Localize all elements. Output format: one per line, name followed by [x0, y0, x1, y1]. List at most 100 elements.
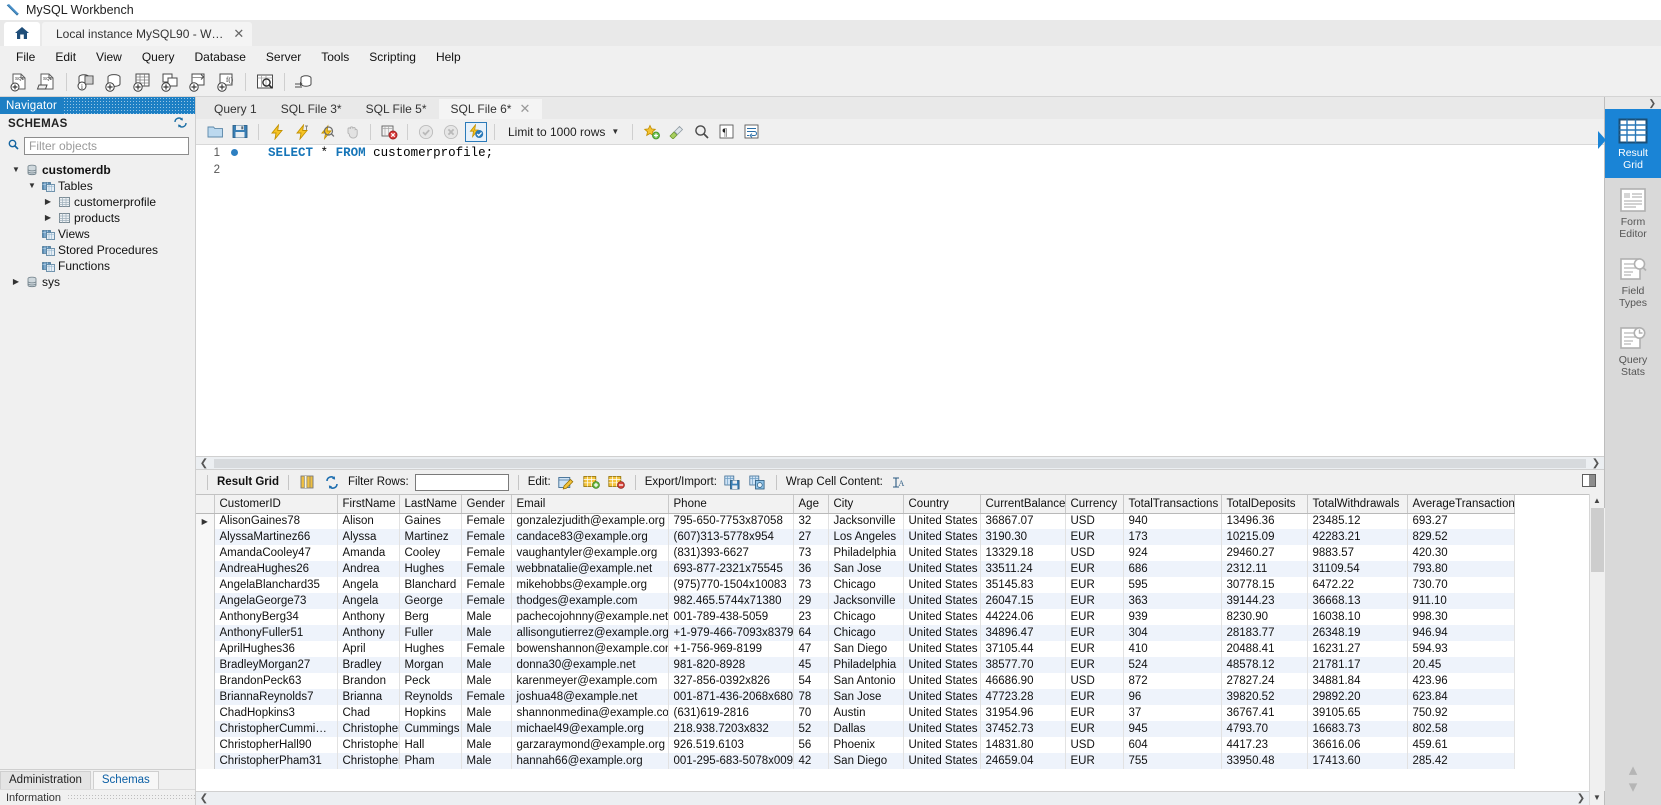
- table-cell[interactable]: USD: [1065, 513, 1124, 529]
- table-row[interactable]: AprilHughes36 April Hughes Female bowenshann…: [196, 641, 1515, 657]
- column-header-currentbalance[interactable]: CurrentBalance: [980, 495, 1066, 514]
- table-cell[interactable]: 595: [1123, 577, 1222, 593]
- table-cell[interactable]: 24659.04: [980, 753, 1066, 769]
- save-file-icon[interactable]: [229, 122, 251, 142]
- table-cell[interactable]: United States: [903, 721, 981, 737]
- table-cell[interactable]: San Antonio: [828, 673, 904, 689]
- chevron-right-icon[interactable]: ❯: [1573, 793, 1589, 804]
- table-cell[interactable]: 44224.06: [980, 609, 1066, 625]
- table-cell[interactable]: April: [337, 641, 400, 657]
- delete-row-icon[interactable]: [607, 473, 626, 491]
- search-data-icon[interactable]: [252, 70, 278, 94]
- table-cell[interactable]: Male: [461, 737, 512, 753]
- table-cell[interactable]: EUR: [1065, 753, 1124, 769]
- table-cell[interactable]: 37: [1123, 705, 1222, 721]
- table-cell[interactable]: AngelaBlanchard35: [214, 577, 338, 593]
- table-cell[interactable]: San Jose: [828, 561, 904, 577]
- table-cell[interactable]: Cummings: [399, 721, 462, 737]
- tree-item-functions[interactable]: ▶ Functions: [0, 258, 195, 274]
- table-cell[interactable]: Hall: [399, 737, 462, 753]
- table-cell[interactable]: Jacksonville: [828, 593, 904, 609]
- expander-right-icon[interactable]: ▶: [42, 210, 54, 226]
- table-cell[interactable]: 34881.84: [1307, 673, 1408, 689]
- tab-administration[interactable]: Administration: [0, 771, 91, 789]
- table-cell[interactable]: 327-856-0392x826: [668, 673, 794, 689]
- execute-current-statement-icon[interactable]: [291, 122, 313, 142]
- row-marker-cell[interactable]: [196, 545, 215, 561]
- table-cell[interactable]: 001-871-436-2068x6805: [668, 689, 794, 705]
- row-marker-cell[interactable]: [196, 689, 215, 705]
- new-sql-tab-icon[interactable]: SQL: [6, 70, 32, 94]
- table-cell[interactable]: Chicago: [828, 625, 904, 641]
- table-cell[interactable]: Blanchard: [399, 577, 462, 593]
- table-cell[interactable]: EUR: [1065, 705, 1124, 721]
- table-cell[interactable]: Anthony: [337, 609, 400, 625]
- table-cell[interactable]: webbnatalie@example.net: [511, 561, 669, 577]
- table-cell[interactable]: USD: [1065, 673, 1124, 689]
- rail-item-form-editor[interactable]: Form Editor: [1605, 178, 1661, 247]
- table-cell[interactable]: 926.519.6103: [668, 737, 794, 753]
- tree-item-products[interactable]: ▶ products: [0, 210, 195, 226]
- toggle-invisible-chars-icon[interactable]: ¶: [715, 122, 737, 142]
- table-cell[interactable]: 26047.15: [980, 593, 1066, 609]
- find-icon[interactable]: [690, 122, 712, 142]
- row-marker-cell[interactable]: [196, 609, 215, 625]
- grid-vertical-scrollbar[interactable]: ▲ ▼: [1589, 494, 1605, 805]
- table-cell[interactable]: (607)313-5778x954: [668, 529, 794, 545]
- table-cell[interactable]: 29: [793, 593, 829, 609]
- table-row[interactable]: AnthonyBerg34 Anthony Berg Male pachecojohnn…: [196, 609, 1515, 625]
- limit-rows-dropdown[interactable]: Limit to 1000 rows ▼: [502, 122, 625, 141]
- table-cell[interactable]: Female: [461, 689, 512, 705]
- new-schema-icon[interactable]: [101, 70, 127, 94]
- row-marker-cell[interactable]: [196, 705, 215, 721]
- table-cell[interactable]: United States: [903, 753, 981, 769]
- table-row[interactable]: AlyssaMartinez66 Alyssa Martinez Female cand…: [196, 529, 1515, 545]
- beautify-query-icon[interactable]: [665, 122, 687, 142]
- table-cell[interactable]: Christopher: [337, 721, 400, 737]
- edit-cell-icon[interactable]: [557, 473, 576, 491]
- table-cell[interactable]: 304: [1123, 625, 1222, 641]
- grid-horizontal-scrollbar[interactable]: ❮ ❯: [196, 791, 1589, 805]
- row-marker-cell[interactable]: [196, 641, 215, 657]
- table-cell[interactable]: 73: [793, 545, 829, 561]
- rail-item-result-grid[interactable]: Result Grid: [1598, 109, 1661, 178]
- table-cell[interactable]: 52: [793, 721, 829, 737]
- column-header-totalwithdrawals[interactable]: TotalWithdrawals: [1307, 495, 1408, 514]
- table-cell[interactable]: Female: [461, 577, 512, 593]
- close-icon[interactable]: ✕: [233, 26, 244, 42]
- table-cell[interactable]: AndreaHughes26: [214, 561, 338, 577]
- column-header-firstname[interactable]: FirstName: [337, 495, 400, 514]
- table-cell[interactable]: 31954.96: [980, 705, 1066, 721]
- table-cell[interactable]: 998.30: [1407, 609, 1515, 625]
- table-cell[interactable]: 982.465.5744x71380: [668, 593, 794, 609]
- rollback-icon[interactable]: [440, 122, 462, 142]
- table-cell[interactable]: Male: [461, 657, 512, 673]
- table-cell[interactable]: 604: [1123, 737, 1222, 753]
- filter-objects-input[interactable]: [24, 137, 189, 155]
- table-cell[interactable]: michael49@example.org: [511, 721, 669, 737]
- column-header-lastname[interactable]: LastName: [399, 495, 462, 514]
- open-sql-script-icon[interactable]: SQL: [34, 70, 60, 94]
- table-cell[interactable]: 30778.15: [1221, 577, 1308, 593]
- table-cell[interactable]: Female: [461, 513, 512, 529]
- table-cell[interactable]: 946.94: [1407, 625, 1515, 641]
- table-cell[interactable]: United States: [903, 641, 981, 657]
- table-cell[interactable]: 940: [1123, 513, 1222, 529]
- server-status-icon[interactable]: i: [73, 70, 99, 94]
- refresh-icon[interactable]: [174, 117, 187, 131]
- table-cell[interactable]: joshua48@example.net: [511, 689, 669, 705]
- table-cell[interactable]: United States: [903, 513, 981, 529]
- table-cell[interactable]: San Diego: [828, 641, 904, 657]
- new-function-icon[interactable]: f(): [213, 70, 239, 94]
- toggle-stop-on-error-icon[interactable]: [378, 122, 400, 142]
- table-cell[interactable]: thodges@example.com: [511, 593, 669, 609]
- table-cell[interactable]: 16683.73: [1307, 721, 1408, 737]
- table-cell[interactable]: 42283.21: [1307, 529, 1408, 545]
- table-cell[interactable]: BrandonPeck63: [214, 673, 338, 689]
- chevron-down-icon[interactable]: ▼: [611, 127, 623, 136]
- table-cell[interactable]: EUR: [1065, 529, 1124, 545]
- table-cell[interactable]: George: [399, 593, 462, 609]
- column-header-gender[interactable]: Gender: [461, 495, 512, 514]
- table-cell[interactable]: +1-756-969-8199: [668, 641, 794, 657]
- table-cell[interactable]: United States: [903, 657, 981, 673]
